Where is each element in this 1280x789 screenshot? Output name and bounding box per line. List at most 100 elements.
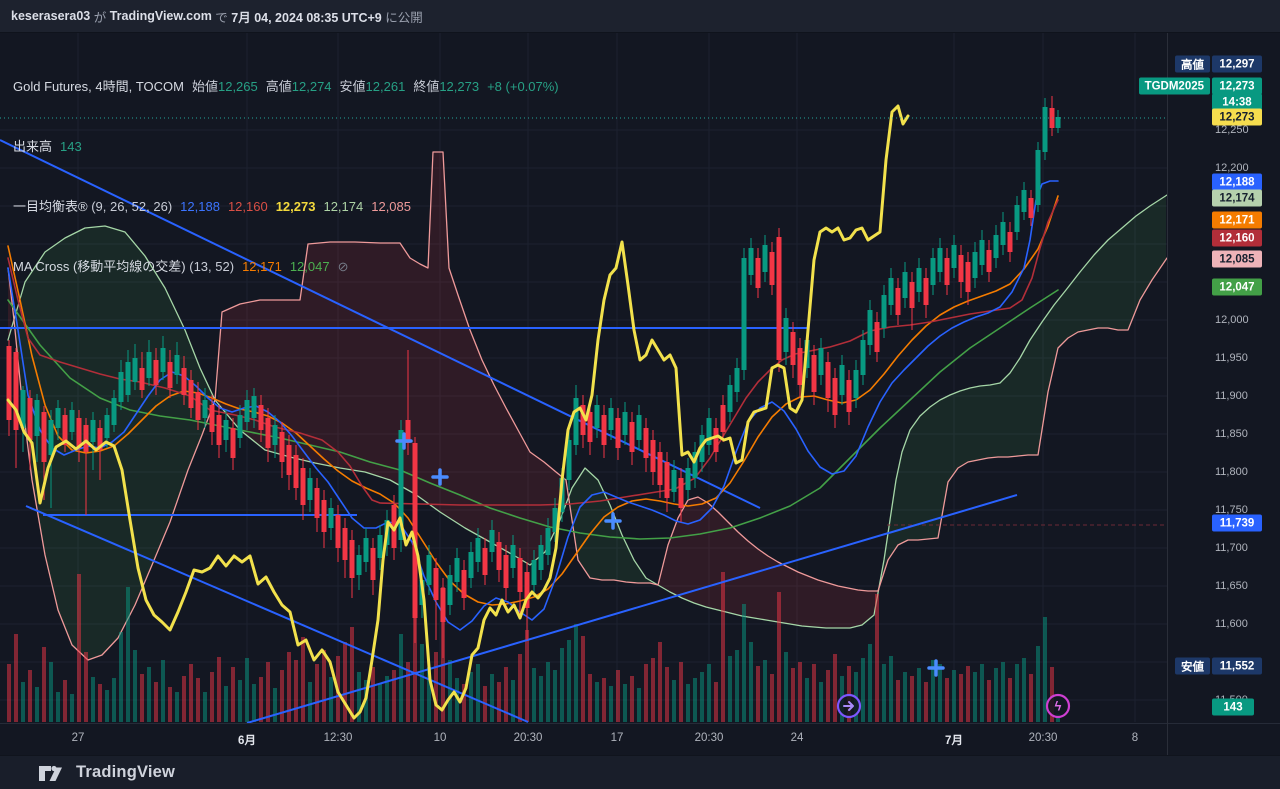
candlestick xyxy=(265,418,271,448)
volume-bar xyxy=(777,592,781,722)
volume-bar xyxy=(812,664,816,722)
volume-bar xyxy=(14,634,18,722)
candlestick xyxy=(293,455,299,488)
candlestick xyxy=(475,538,481,562)
volume-bar xyxy=(84,652,88,722)
candlestick xyxy=(762,245,768,272)
volume-bar xyxy=(938,664,942,722)
volume-bar xyxy=(392,670,396,722)
candlestick xyxy=(153,360,159,385)
candlestick xyxy=(594,405,600,428)
candlestick xyxy=(986,250,992,272)
candlestick xyxy=(335,515,341,548)
ma13-badge-value: 12,171 xyxy=(1212,211,1262,229)
header-text: で xyxy=(211,10,232,25)
price-tick-label: 12,250 xyxy=(1215,124,1249,136)
legend: Gold Futures, 4時間, TOCOM 始値12,265 高値12,274… xyxy=(13,37,559,297)
kijun-badge-value: 12,160 xyxy=(1212,229,1262,247)
volume-bar xyxy=(21,682,25,722)
candlestick xyxy=(300,468,306,505)
candlestick xyxy=(510,545,516,568)
volume-bar xyxy=(1008,678,1012,722)
volume-bar xyxy=(672,680,676,722)
price-axis[interactable]: 12,250 12,200 12,000 11,950 11,900 11,850 11,8… xyxy=(1138,33,1280,755)
volume-bar xyxy=(637,688,641,722)
legend-symbol-row[interactable]: Gold Futures, 4時間, TOCOM 始値12,265 高値12,274… xyxy=(13,77,559,97)
volume-label: 出来高 xyxy=(13,139,53,154)
volume-bar xyxy=(126,587,130,722)
candlestick xyxy=(447,575,453,605)
candlestick xyxy=(1000,222,1006,245)
volume-bar xyxy=(700,672,704,722)
candlestick xyxy=(811,355,817,392)
volume-bar xyxy=(532,668,536,722)
hline-price-badge-value: 11,739 xyxy=(1212,514,1262,532)
tradingview-logo-icon[interactable] xyxy=(38,762,66,784)
volume-bar xyxy=(49,662,53,722)
volume-bar xyxy=(945,678,949,722)
volume-bar xyxy=(826,670,830,722)
volume-bar xyxy=(742,604,746,722)
candlestick xyxy=(468,552,474,578)
candlestick xyxy=(34,400,40,436)
volume-bar xyxy=(133,650,137,722)
kijun-value: 12,160 xyxy=(227,199,268,214)
senkou-a-badge: 12,174 xyxy=(1212,189,1262,207)
candlestick xyxy=(440,588,446,622)
candlestick xyxy=(118,372,124,402)
candlestick xyxy=(531,560,537,585)
candlestick xyxy=(993,235,999,258)
candlestick xyxy=(867,310,873,345)
volume-bar xyxy=(910,676,914,722)
time-tick-label: 6月 xyxy=(238,735,256,747)
volume-bar xyxy=(420,644,424,722)
volume-bar xyxy=(245,658,249,722)
volume-bar xyxy=(994,668,998,722)
candlestick xyxy=(1028,198,1034,218)
candlestick xyxy=(48,420,54,455)
volume-bar xyxy=(140,674,144,722)
volume-bar xyxy=(210,672,214,722)
candlestick xyxy=(412,443,418,618)
legend-volume-row[interactable]: 出来高 143 xyxy=(13,137,559,157)
candlestick xyxy=(90,420,96,442)
candlestick xyxy=(258,405,264,430)
price-tick-label: 11,900 xyxy=(1215,390,1248,402)
volume-bar xyxy=(308,682,312,722)
volume-bar xyxy=(553,670,557,722)
volume-bar xyxy=(1036,646,1040,722)
volume-bar xyxy=(987,680,991,722)
volume-bar xyxy=(833,654,837,722)
change-value: +8 (+0.07%) xyxy=(487,79,559,94)
volume-bar xyxy=(973,672,977,722)
candlestick xyxy=(972,252,978,278)
time-tick-label: 12:30 xyxy=(323,732,353,744)
legend-ichimoku-row[interactable]: 一目均衡表® (9, 26, 52, 26) 12,188 12,160 12,273… xyxy=(13,197,559,217)
time-axis[interactable]: 27 6月 12:30 10 20:30 17 20:30 24 7月 20:30 8 xyxy=(0,723,1280,756)
volume-bar xyxy=(644,664,648,722)
volume-bar xyxy=(1029,674,1033,722)
candlestick xyxy=(216,415,222,445)
candlestick xyxy=(132,358,138,382)
candlestick xyxy=(629,422,635,452)
volume-bar xyxy=(875,594,879,722)
candlestick xyxy=(734,368,740,392)
site-link[interactable]: TradingView.com xyxy=(110,9,212,23)
volume-bar xyxy=(560,648,564,722)
candlestick xyxy=(160,348,166,372)
volume-bar xyxy=(525,630,529,722)
volume-bar xyxy=(224,686,228,722)
candlestick xyxy=(979,240,985,265)
tenkan-value: 12,188 xyxy=(180,199,220,214)
volume-bar xyxy=(91,677,95,722)
symbol-price-badge: TGDM2025 12,273 xyxy=(1138,77,1262,95)
brand-name[interactable]: TradingView xyxy=(76,763,175,782)
candlestick xyxy=(790,332,796,365)
price-tick-label: 11,950 xyxy=(1215,352,1248,364)
legend-macross-row[interactable]: MA Cross (移動平均線の交差) (13, 52) 12,171 12,047… xyxy=(13,257,559,277)
candlestick xyxy=(41,412,47,462)
last-price-badge: 12,273 xyxy=(1212,108,1262,126)
candlestick xyxy=(909,282,915,308)
publish-datetime: 7月 04, 2024 08:35 UTC+9 xyxy=(231,10,382,25)
volume-bar xyxy=(966,666,970,722)
